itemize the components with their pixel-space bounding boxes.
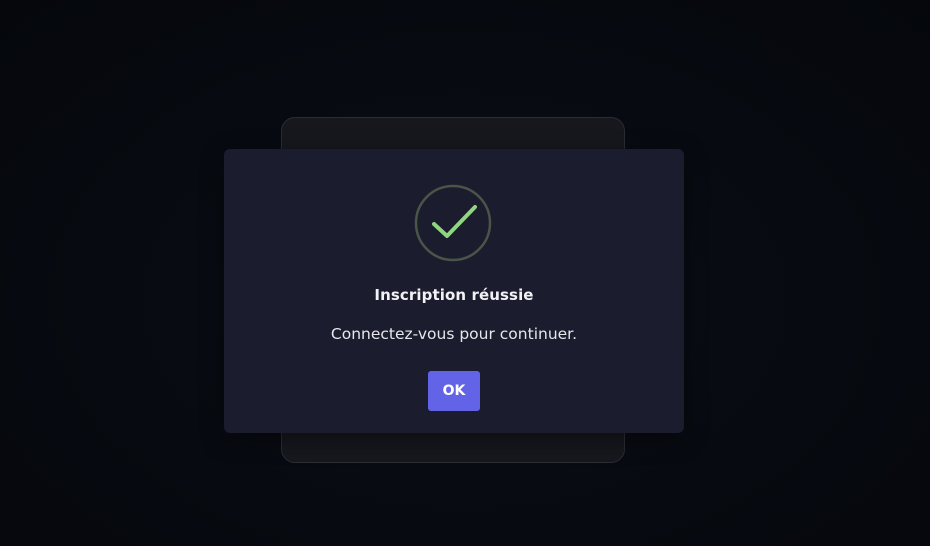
success-dialog: Inscription réussie Connectez-vous pour … <box>224 149 684 433</box>
dialog-title: Inscription réussie <box>374 286 534 304</box>
ok-button[interactable]: OK <box>428 371 480 411</box>
checkmark-success-icon <box>414 184 492 262</box>
dialog-message: Connectez-vous pour continuer. <box>330 325 578 343</box>
